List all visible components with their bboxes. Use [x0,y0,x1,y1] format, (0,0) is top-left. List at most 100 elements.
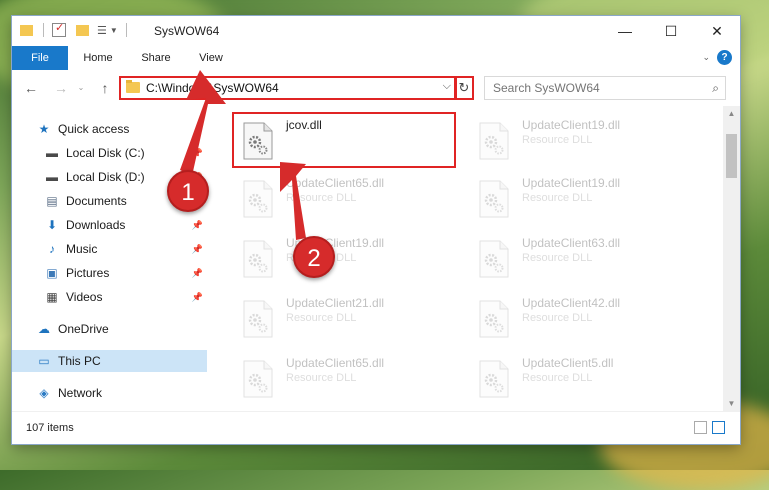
tab-home[interactable]: Home [74,46,122,70]
status-bar: 107 items [12,411,740,444]
drive-icon: ▬ [46,170,58,184]
sidebar-item-music[interactable]: ♪ Music 📌 [12,238,207,260]
refresh-button[interactable]: ↻ [454,76,474,100]
file-name: UpdateClient42.dll [522,296,621,310]
address-bar[interactable]: C:\Windows\SysWOW64 ⌵ [119,76,457,100]
file-item[interactable]: UpdateClient19.dllResource DLL [236,232,472,284]
address-path: C:\Windows\SysWOW64 [146,81,279,95]
callout-2: 2 [293,236,335,278]
file-item[interactable]: UpdateClient65.dll Resource DLL [236,172,472,224]
network-icon: ◈ [39,386,49,400]
sidebar-item-quick-access[interactable]: ★ Quick access [12,118,207,140]
title-bar: ✓ ☰ ▼ SysWOW64 — ☐ ✕ [12,16,740,46]
customize-toolbar-icon[interactable]: ☰ [97,24,107,37]
quick-access-toolbar: ✓ ☰ ▼ [20,22,127,37]
sidebar-item-label: OneDrive [58,322,109,336]
file-type: Resource DLL [286,372,357,384]
file-item[interactable]: UpdateClient63.dll Resource DLL [472,232,708,284]
sidebar-item-downloads[interactable]: ⬇ Downloads 📌 [12,214,207,236]
sidebar-item-label: Videos [66,290,103,304]
file-type: Resource DLL [522,252,593,264]
minimize-icon: — [618,23,632,39]
dll-file-icon [479,300,509,338]
file-item[interactable]: UpdateClient42.dll Resource DLL [472,292,708,344]
sidebar-item-label: Documents [66,194,127,208]
pin-icon[interactable]: 📌 [192,268,203,279]
maximize-button[interactable]: ☐ [648,16,694,46]
close-button[interactable]: ✕ [694,16,740,46]
sidebar-item-label: Pictures [66,266,110,280]
search-box[interactable]: ⌕ [484,76,726,100]
recent-locations-icon[interactable]: ⌄ [72,79,90,97]
file-item[interactable]: UpdateClient21.dll Resource DLL [236,292,472,344]
sidebar-item-videos[interactable]: ▦ Videos 📌 [12,286,207,308]
star-icon: ★ [38,122,50,136]
tab-file[interactable]: File [12,46,68,70]
dll-file-icon [243,300,273,338]
sidebar-item-label: Local Disk (D:) [66,170,145,184]
back-button[interactable]: ← [22,79,40,97]
drive-icon: ▬ [46,146,58,160]
divider [125,23,127,37]
divider [43,23,44,37]
scroll-up-arrow[interactable]: ▲ [723,106,740,122]
help-icon[interactable]: ? [717,50,732,65]
properties-icon[interactable]: ✓ [52,22,66,37]
file-name: UpdateClient19.dll [522,176,621,190]
file-name: UpdateClient19.dll [522,118,621,132]
sidebar-item-pictures[interactable]: ▣ Pictures 📌 [12,262,207,284]
dll-file-icon [479,240,509,278]
sidebar-item-local-disk-c[interactable]: ▬ Local Disk (C:) 📌 [12,142,207,164]
details-view-button[interactable] [694,421,707,434]
file-type: Resource DLL [286,192,357,204]
tab-view[interactable]: View [188,46,234,70]
computer-icon: ▭ [38,354,50,368]
search-icon[interactable]: ⌕ [712,81,719,96]
sidebar-item-onedrive[interactable]: ☁ OneDrive [12,318,207,340]
tab-share[interactable]: Share [132,46,180,70]
file-name: UpdateClient65.dll [286,176,385,190]
forward-button[interactable]: → [52,79,70,97]
sidebar-item-label: Quick access [58,122,130,136]
large-icons-view-button[interactable] [712,421,725,434]
scroll-thumb[interactable] [726,134,737,178]
scroll-down-arrow[interactable]: ▼ [723,396,740,412]
file-name: UpdateClient65.dll [286,356,385,370]
new-folder-icon[interactable] [76,24,89,36]
up-button[interactable]: ↑ [96,79,114,97]
file-item[interactable]: UpdateClient19.dll Resource DLL [472,114,708,166]
sidebar-item-network[interactable]: ◈ Network [12,382,207,404]
sidebar-item-label: Network [58,386,103,400]
documents-icon: ▤ [46,194,58,208]
music-icon: ♪ [49,242,55,256]
file-item[interactable]: UpdateClient19.dllResource DLL [472,172,708,224]
vertical-scrollbar[interactable]: ▲ ▼ [723,106,740,412]
sidebar-item-this-pc[interactable]: ▭ This PC [12,350,207,372]
pin-icon[interactable]: 📌 [192,148,203,159]
pin-icon[interactable]: 📌 [192,244,203,255]
dll-file-icon [243,122,273,160]
file-item[interactable]: UpdateClient65.dll Resource DLL [236,352,472,404]
sidebar-item-label: Local Disk (C:) [66,146,145,160]
close-icon: ✕ [711,22,723,39]
videos-icon: ▦ [46,290,58,304]
dll-file-icon [479,180,509,218]
folder-icon [126,80,140,93]
download-icon: ⬇ [46,218,58,232]
file-type: Resource DLL [522,134,593,146]
chevron-down-icon[interactable]: ▼ [110,26,118,35]
maximize-icon: ☐ [664,22,678,39]
pin-icon[interactable]: 📌 [192,292,203,303]
file-item[interactable]: jcov.dll [236,114,472,166]
pin-icon[interactable]: 📌 [192,220,203,231]
expand-ribbon-icon[interactable]: ⌄ [702,52,710,63]
minimize-button[interactable]: — [602,16,648,46]
file-name: UpdateClient21.dll [286,296,385,310]
cloud-icon: ☁ [38,322,50,336]
sidebar-item-label: This PC [58,354,101,368]
search-input[interactable] [491,80,705,96]
dll-file-icon [479,122,509,160]
callout-1: 1 [167,170,209,212]
file-item[interactable]: UpdateClient5.dll Resource DLL [472,352,708,404]
chevron-down-icon[interactable]: ⌵ [443,80,451,93]
